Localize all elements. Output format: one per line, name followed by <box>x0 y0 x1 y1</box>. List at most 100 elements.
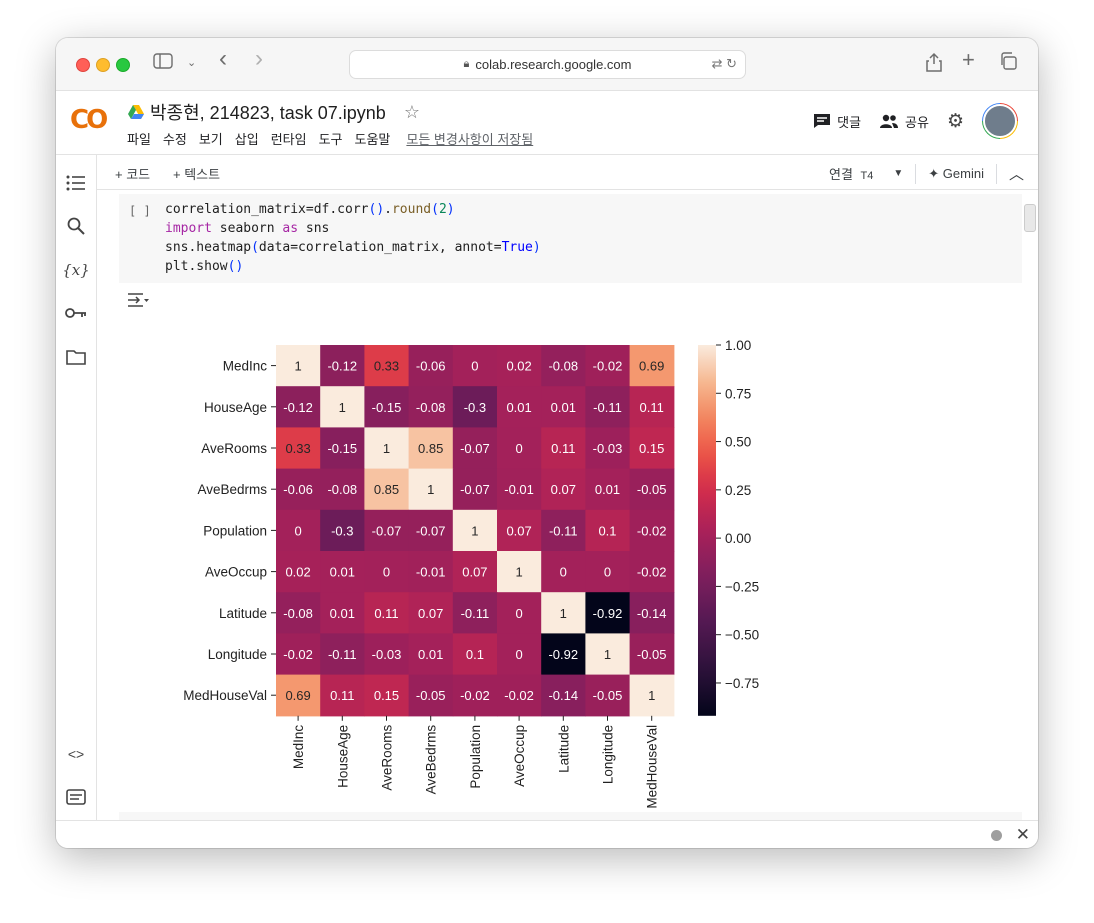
cell-annotation: 1 <box>604 647 611 662</box>
cell-annotation: -0.05 <box>593 688 623 703</box>
status-bar: ✕ <box>56 820 1038 848</box>
comments-button[interactable]: 댓글 <box>813 112 861 131</box>
y-tick-label: MedInc <box>223 359 268 374</box>
menu-runtime[interactable]: 런타임 <box>271 129 307 148</box>
cell-annotation: 0.01 <box>551 400 576 415</box>
x-tick-label: Longitude <box>601 725 616 784</box>
cell-annotation: -0.12 <box>283 400 313 415</box>
search-icon[interactable] <box>64 214 88 238</box>
comment-icon <box>814 114 831 128</box>
notebook-toolbar: + 코드 + 텍스트 연결 T4 ▼ ✦ Gemini ︿ <box>97 155 1038 190</box>
notebook-content: [ ] correlation_matrix=df.corr().round(2… <box>97 190 1038 820</box>
cell-annotation: -0.03 <box>372 647 402 662</box>
y-tick-label: Longitude <box>208 647 267 662</box>
sidebar-toggle-icon[interactable] <box>153 52 173 74</box>
address-bar[interactable]: 🔒︎ colab.research.google.com ⇄ ↻ <box>349 50 746 79</box>
y-tick-label: AveOccup <box>205 565 267 580</box>
share-button[interactable]: 공유 <box>879 112 929 131</box>
add-text-button[interactable]: + 텍스트 <box>173 164 220 183</box>
cell-annotation: -0.02 <box>593 359 623 374</box>
divider <box>995 163 997 184</box>
notebook-title[interactable]: 박종현, 214823, task 07.ipynb <box>150 99 386 125</box>
comments-label: 댓글 <box>837 114 862 130</box>
folder-icon[interactable] <box>64 345 88 369</box>
code-snippets-icon[interactable]: <> <box>64 742 88 766</box>
cell-annotation: -0.15 <box>372 400 402 415</box>
code-editor[interactable]: correlation_matrix=df.corr().round(2) im… <box>165 200 541 276</box>
cell-annotation: -0.15 <box>327 441 357 456</box>
minimize-window-button[interactable] <box>96 58 110 72</box>
collapse-chevron-icon[interactable]: ︿ <box>1009 163 1024 184</box>
cell-annotation: 0.07 <box>506 523 531 538</box>
colab-logo[interactable]: CO <box>70 105 108 135</box>
cell-annotation: -0.92 <box>548 647 578 662</box>
header-actions: 댓글 공유 ⚙ <box>813 103 1018 139</box>
cell-annotation: 0.01 <box>506 400 531 415</box>
browser-toolbar: ⌄ ‹ › 🔒︎ colab.research.google.com ⇄ ↻ + <box>56 38 1038 91</box>
cell-annotation: 0 <box>604 565 611 580</box>
close-icon[interactable]: ✕ <box>1016 825 1030 845</box>
menu-tools[interactable]: 도구 <box>319 129 343 148</box>
cell-annotation: 0.01 <box>418 647 443 662</box>
cell-annotation: 1 <box>471 523 478 538</box>
cell-annotation: 0 <box>294 523 301 538</box>
cell-annotation: -0.08 <box>416 400 446 415</box>
save-status[interactable]: 모든 변경사항이 저장됨 <box>406 129 533 148</box>
zoom-window-button[interactable] <box>116 58 130 72</box>
cell-annotation: 0.02 <box>506 359 531 374</box>
cell-annotation: -0.05 <box>416 688 446 703</box>
colorbar-tick-label: 0.25 <box>725 483 751 498</box>
new-tab-icon[interactable]: + <box>962 49 975 71</box>
scrollbar-thumb[interactable] <box>1024 204 1036 232</box>
settings-gear-icon[interactable]: ⚙ <box>947 110 964 133</box>
variables-icon[interactable]: {x} <box>62 258 90 282</box>
runtime-dropdown-icon[interactable]: ▼ <box>893 168 903 179</box>
cell-annotation: -0.11 <box>461 606 490 621</box>
cell-annotation: 0.11 <box>640 400 664 415</box>
code-cell[interactable]: [ ] correlation_matrix=df.corr().round(2… <box>119 194 1022 283</box>
cell-annotation: -0.02 <box>637 523 667 538</box>
star-icon[interactable]: ☆ <box>404 102 420 123</box>
cell-annotation: 0.01 <box>330 565 355 580</box>
cell-annotation: -0.11 <box>549 523 578 538</box>
cell-annotation: -0.01 <box>504 482 534 497</box>
cell-annotation: -0.05 <box>637 647 667 662</box>
table-of-contents-icon[interactable] <box>64 171 88 195</box>
lock-icon: 🔒︎ <box>463 58 470 70</box>
menu-file[interactable]: 파일 <box>127 129 151 148</box>
x-tick-label: Population <box>468 725 483 789</box>
cell-annotation: -0.02 <box>637 565 667 580</box>
share-label: 공유 <box>905 114 929 130</box>
colab-header: CO 박종현, 214823, task 07.ipynb ☆ 파일 수정 보기… <box>56 91 1038 155</box>
menu-help[interactable]: 도움말 <box>355 129 391 148</box>
cell-annotation: 0.01 <box>330 606 355 621</box>
tab-overview-icon[interactable] <box>999 52 1017 75</box>
chevron-down-icon[interactable]: ⌄ <box>187 52 196 74</box>
avatar[interactable] <box>982 103 1018 139</box>
forward-button[interactable]: › <box>255 47 263 71</box>
add-code-button[interactable]: + 코드 <box>115 164 150 183</box>
cell-annotation: 0 <box>515 606 522 621</box>
menu-edit[interactable]: 수정 <box>163 129 187 148</box>
cell-annotation: 0.15 <box>639 441 664 456</box>
cell-annotation: 0.69 <box>285 688 310 703</box>
secrets-key-icon[interactable] <box>64 301 88 325</box>
colorbar <box>698 345 716 716</box>
cell-annotation: 0.85 <box>418 441 443 456</box>
cell-annotation: 1 <box>560 606 567 621</box>
close-window-button[interactable] <box>76 58 90 72</box>
back-button[interactable]: ‹ <box>219 47 227 71</box>
status-indicator <box>991 830 1002 841</box>
menu-view[interactable]: 보기 <box>199 129 223 148</box>
translate-reload-icons[interactable]: ⇄ ↻ <box>712 56 737 72</box>
gemini-button[interactable]: ✦ Gemini <box>928 166 984 182</box>
colorbar-tick-label: −0.75 <box>725 676 759 691</box>
next-cell[interactable] <box>119 812 1022 820</box>
connect-button[interactable]: 연결 T4 <box>829 164 873 183</box>
share-icon[interactable] <box>926 52 942 77</box>
terminal-icon[interactable] <box>64 785 88 809</box>
correlation-heatmap: 1 -0.12 0.33 -0.06 0 0.02 -0.08 -0.02 0.69 -0.12 1… <box>183 338 759 809</box>
run-cell-button[interactable]: [ ] <box>129 204 151 218</box>
menu-insert[interactable]: 삽입 <box>235 129 259 148</box>
cell-annotation: -0.02 <box>460 688 490 703</box>
